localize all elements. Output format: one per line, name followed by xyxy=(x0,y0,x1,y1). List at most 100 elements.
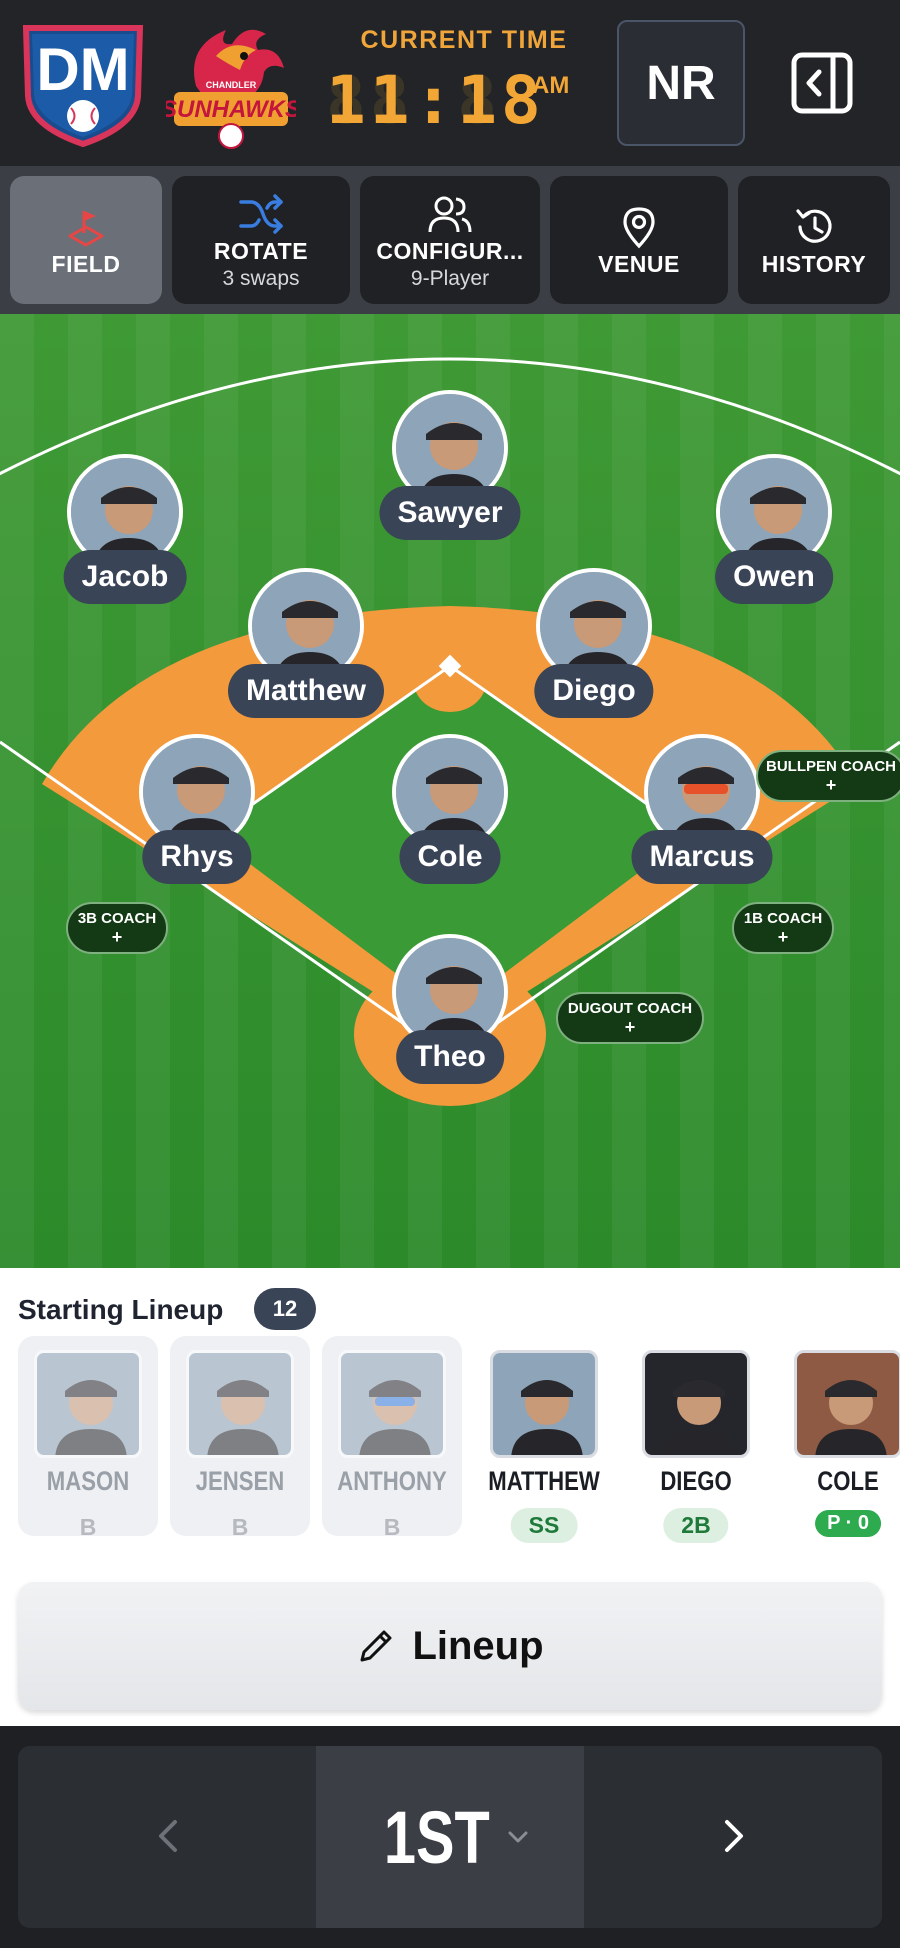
inning-label: 1ST xyxy=(384,1795,490,1879)
avatar xyxy=(794,1350,900,1458)
tab-rotate[interactable]: ROTATE 3 swaps xyxy=(172,176,350,304)
current-time-label: CURRENT TIME xyxy=(360,26,568,54)
avatar xyxy=(490,1350,598,1458)
shuffle-icon xyxy=(237,190,285,238)
add-icon: + xyxy=(777,927,789,947)
player-name: Matthew xyxy=(228,664,384,718)
lineup-card-position: B xyxy=(79,1514,97,1540)
add-icon: + xyxy=(825,775,837,795)
player-name: Sawyer xyxy=(379,486,521,540)
nr-button[interactable]: NR xyxy=(617,20,745,146)
dugout-coach-slot[interactable]: DUGOUT COACH + xyxy=(556,992,704,1044)
bullpen-coach-slot[interactable]: BULLPEN COACH + xyxy=(756,750,900,802)
lineup-card[interactable]: MATTHEW SS xyxy=(474,1336,614,1543)
tab-configure-sub: 9-Player xyxy=(410,266,490,290)
chevron-down-icon xyxy=(508,1831,528,1843)
lineup-card-name: MATTHEW xyxy=(488,1466,600,1496)
player-3b[interactable]: Rhys xyxy=(107,734,287,894)
lineup-card[interactable]: MASON B xyxy=(18,1336,158,1540)
lineup-card-position: P · 0 xyxy=(815,1510,881,1537)
inning-navigation: 1ST xyxy=(0,1726,900,1948)
player-p[interactable]: Cole xyxy=(360,734,540,894)
lineup-card-name: COLE xyxy=(817,1466,879,1496)
lineup-card-name: JENSEN xyxy=(195,1466,285,1496)
player-name: Theo xyxy=(396,1030,504,1084)
field-flag-icon xyxy=(64,203,108,251)
users-icon xyxy=(426,190,474,238)
tab-rotate-sub: 3 swaps xyxy=(222,266,300,290)
player-name: Cole xyxy=(399,830,501,884)
clock-digits: 11:18 xyxy=(326,62,545,139)
avatar xyxy=(34,1350,142,1458)
svg-text:SUNHAWKS: SUNHAWKS xyxy=(166,96,296,123)
tab-history-label: HISTORY xyxy=(761,250,867,277)
coach-label: 1B COACH xyxy=(743,910,823,927)
lineup-card-position: 2B xyxy=(663,1508,729,1543)
svg-text:CHANDLER: CHANDLER xyxy=(206,80,257,90)
lineup-card-position: B xyxy=(383,1514,401,1540)
player-name: Owen xyxy=(715,550,833,604)
inning-bar: 1ST xyxy=(18,1746,882,1928)
tab-venue-label: VENUE xyxy=(598,250,680,277)
tab-rotate-label: ROTATE xyxy=(213,237,309,264)
tab-venue[interactable]: VENUE xyxy=(550,176,728,304)
inning-selector[interactable]: 1ST xyxy=(316,1746,584,1928)
tab-bar: FIELD ROTATE 3 swaps CONFIGUR... 9-Playe… xyxy=(0,166,900,314)
header: DM CHANDLER SUNHAWKS CURRENT TIME 88:88 … xyxy=(0,0,900,166)
first-base-coach-slot[interactable]: 1B COACH + xyxy=(732,902,834,954)
lineup-card[interactable]: JENSEN B xyxy=(170,1336,310,1540)
coach-label: DUGOUT COACH xyxy=(567,1000,693,1017)
player-name: Marcus xyxy=(631,830,773,884)
lineup-card[interactable]: ANTHONY B xyxy=(322,1336,462,1540)
player-c[interactable]: Theo xyxy=(360,934,540,1094)
tab-field[interactable]: FIELD xyxy=(10,176,162,304)
avatar xyxy=(186,1350,294,1458)
player-cf[interactable]: Sawyer xyxy=(360,390,540,550)
add-icon: + xyxy=(111,927,123,947)
player-name: Diego xyxy=(534,664,654,718)
tab-configure-label: CONFIGUR... xyxy=(376,237,524,264)
lineup-panel: Starting Lineup 12 MASON B JENSEN B ANTH… xyxy=(0,1268,900,1726)
dm-logo: DM xyxy=(18,18,148,148)
lineup-card-position: SS xyxy=(510,1508,578,1543)
third-base-coach-slot[interactable]: 3B COACH + xyxy=(66,902,168,954)
map-pin-icon xyxy=(619,203,659,251)
player-rf[interactable]: Owen xyxy=(684,454,864,614)
player-2b[interactable]: Diego xyxy=(504,568,684,728)
player-ss[interactable]: Matthew xyxy=(216,568,396,728)
svg-text:DM: DM xyxy=(36,36,129,103)
lineup-card-name: ANTHONY xyxy=(337,1466,447,1496)
edit-lineup-button[interactable]: Lineup xyxy=(18,1582,882,1710)
lineup-card[interactable]: COLE P · 0 xyxy=(778,1336,900,1537)
next-inning-button[interactable] xyxy=(704,1806,764,1866)
previous-inning-button[interactable] xyxy=(138,1806,198,1866)
tab-history[interactable]: HISTORY xyxy=(738,176,890,304)
coach-label: BULLPEN COACH xyxy=(766,758,896,775)
lineup-title: Starting Lineup xyxy=(18,1294,224,1325)
edit-lineup-label: Lineup xyxy=(412,1623,544,1668)
tab-configure[interactable]: CONFIGUR... 9-Player xyxy=(360,176,540,304)
sidebar-toggle-button[interactable] xyxy=(780,40,864,126)
avatar xyxy=(642,1350,750,1458)
lineup-card-position: B xyxy=(231,1514,249,1540)
chevron-right-icon xyxy=(725,1820,743,1852)
lineup-count-badge: 12 xyxy=(254,1288,316,1330)
chevron-left-icon xyxy=(159,1820,177,1852)
player-name: Rhys xyxy=(142,830,252,884)
clock-ampm: AM xyxy=(532,72,570,99)
add-icon: + xyxy=(624,1017,636,1037)
app-root: DM CHANDLER SUNHAWKS CURRENT TIME 88:88 … xyxy=(0,0,900,1948)
history-icon xyxy=(792,203,836,251)
sunhawks-logo: CHANDLER SUNHAWKS xyxy=(161,16,301,150)
lineup-card-name: MASON xyxy=(46,1466,130,1496)
player-lf[interactable]: Jacob xyxy=(35,454,215,614)
baseball-field: Sawyer Jacob Owen Matthew Diego Rhys Col… xyxy=(0,314,900,1268)
pencil-icon xyxy=(360,1630,392,1662)
lineup-card[interactable]: DIEGO 2B xyxy=(626,1336,766,1543)
tab-field-label: FIELD xyxy=(51,250,121,277)
lineup-card-name: DIEGO xyxy=(660,1466,732,1496)
coach-label: 3B COACH xyxy=(77,910,157,927)
player-name: Jacob xyxy=(63,550,187,604)
avatar xyxy=(338,1350,446,1458)
sidebar-collapse-icon xyxy=(791,52,853,114)
